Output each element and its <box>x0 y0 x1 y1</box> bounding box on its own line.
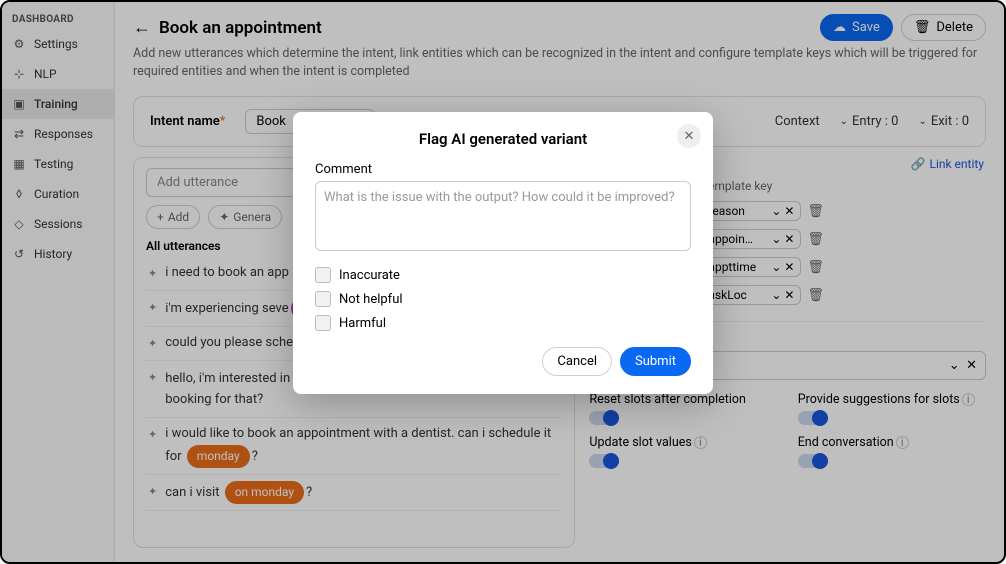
check-nothelpful[interactable]: Not helpful <box>315 291 691 307</box>
modal-overlay: ✕ Flag AI generated variant Comment Inac… <box>2 2 1004 562</box>
submit-button[interactable]: Submit <box>620 347 691 376</box>
comment-label: Comment <box>315 162 691 177</box>
checkbox-icon <box>315 315 331 331</box>
checkbox-icon <box>315 267 331 283</box>
close-button[interactable]: ✕ <box>677 124 701 148</box>
check-inaccurate[interactable]: Inaccurate <box>315 267 691 283</box>
cancel-button[interactable]: Cancel <box>542 347 612 376</box>
close-icon: ✕ <box>684 129 695 144</box>
comment-textarea[interactable] <box>315 181 691 251</box>
flag-modal: ✕ Flag AI generated variant Comment Inac… <box>293 112 713 394</box>
checkbox-icon <box>315 291 331 307</box>
modal-title: Flag AI generated variant <box>315 130 691 148</box>
check-harmful[interactable]: Harmful <box>315 315 691 331</box>
